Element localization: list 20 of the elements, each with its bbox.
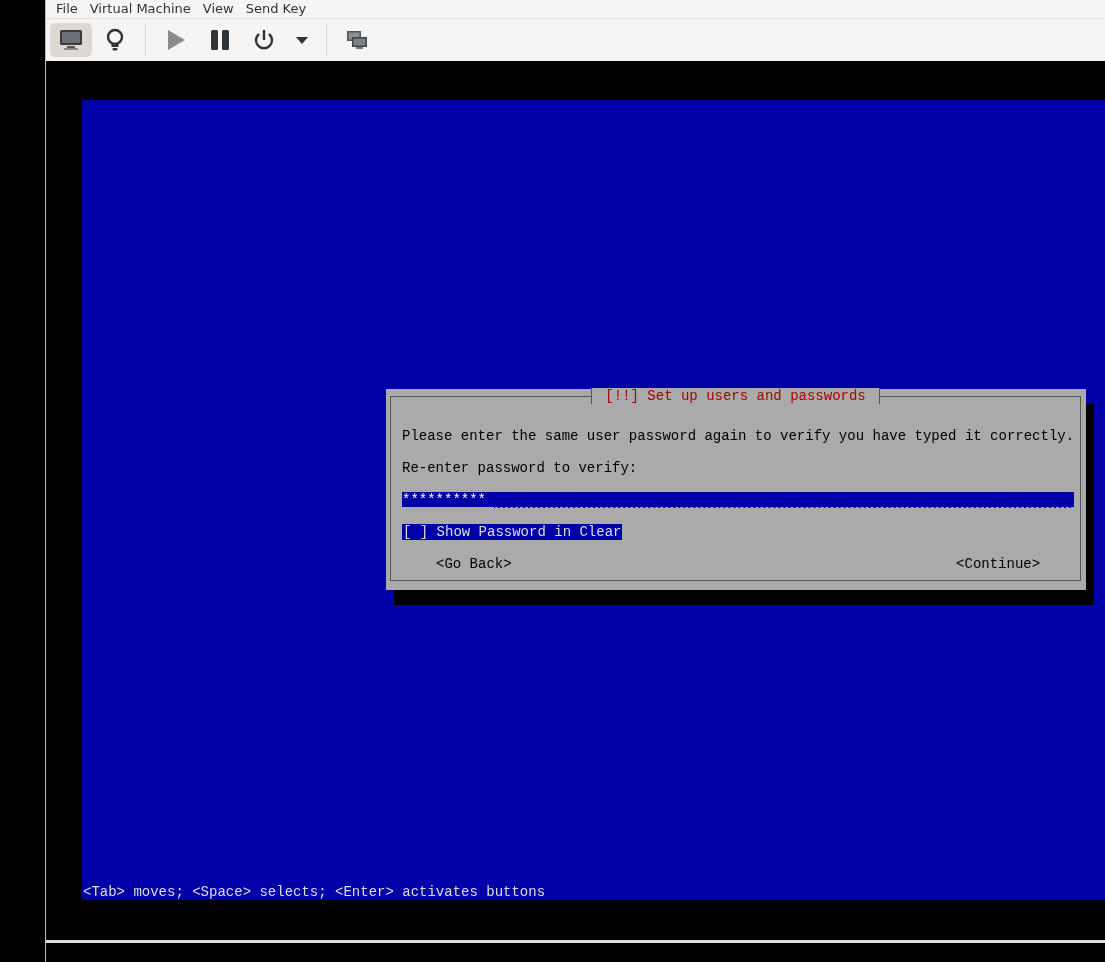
password-field[interactable]: **********: [402, 492, 1075, 508]
pause-icon: [210, 29, 230, 51]
menu-item[interactable]: Virtual Machine: [83, 1, 197, 17]
monitor-icon: [59, 29, 83, 51]
show-password-checkbox[interactable]: [ ] Show Password in Clear: [402, 524, 623, 540]
field-label: Re-enter password to verify:: [402, 460, 638, 476]
menu-item[interactable]: View: [196, 1, 240, 17]
monitor-button[interactable]: [50, 23, 92, 57]
monitors-icon: [346, 30, 368, 50]
continue-button[interactable]: <Continue>: [956, 556, 1041, 572]
lightbulb-icon: [105, 28, 125, 52]
menu-item[interactable]: File: [50, 1, 84, 17]
back-button[interactable]: <Go Back>: [436, 556, 512, 572]
message-text: Please enter the same user password again to verify you have typed it correctly.: [402, 428, 1075, 444]
power-icon: [253, 29, 275, 51]
caret-icon: [296, 36, 308, 44]
help-line: <Tab> moves; <Space> selects; <Enter> activates buttons: [82, 884, 546, 900]
menu-item[interactable]: Send Key: [239, 1, 313, 17]
play-icon: [166, 29, 186, 51]
dialog-title: [!!] Set up users and passwords: [591, 388, 880, 404]
